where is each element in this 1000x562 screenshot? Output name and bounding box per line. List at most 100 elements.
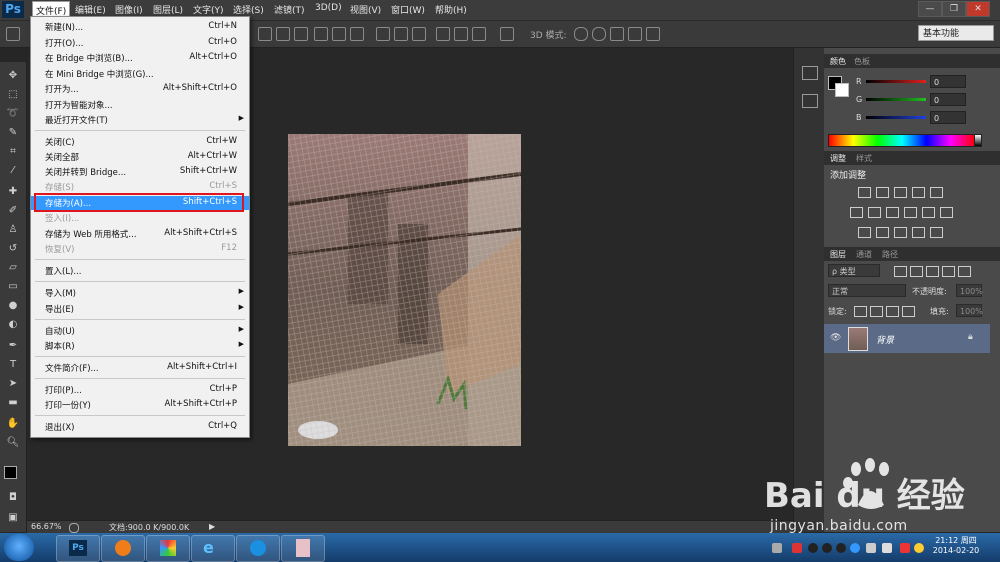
volume-icon[interactable] bbox=[882, 543, 892, 553]
menu-close[interactable]: 关闭(C) Ctrl+W bbox=[31, 135, 249, 149]
keyboard-icon[interactable] bbox=[772, 543, 782, 553]
eraser-tool-icon[interactable]: ▱ bbox=[6, 262, 20, 274]
properties-panel-icon[interactable] bbox=[802, 94, 818, 108]
levels-icon[interactable] bbox=[876, 187, 889, 198]
minimize-button[interactable]: — bbox=[918, 1, 942, 17]
color-spectrum-ramp[interactable] bbox=[828, 134, 976, 147]
layer-visibility-eye-icon[interactable]: 👁︎ bbox=[830, 333, 841, 343]
filter-pixel-icon[interactable] bbox=[894, 266, 907, 277]
menu-3d[interactable]: 3D(D) bbox=[315, 3, 342, 13]
status-menu-arrow-icon[interactable]: ▶ bbox=[209, 522, 215, 531]
system-clock[interactable]: 21:12 周四 2014-02-20 bbox=[924, 535, 988, 555]
selective-color-icon[interactable] bbox=[930, 227, 943, 238]
menu-save[interactable]: 存储(S) Ctrl+S bbox=[31, 180, 249, 194]
align-hcenter-icon[interactable] bbox=[332, 27, 346, 41]
auto-align-icon[interactable] bbox=[500, 27, 514, 41]
taskbar-media-player[interactable] bbox=[236, 535, 280, 562]
pen-tool-icon[interactable]: ✒ bbox=[6, 340, 20, 352]
taskbar-app-pinwheel[interactable] bbox=[146, 535, 190, 562]
path-select-tool-icon[interactable]: ➤ bbox=[6, 378, 20, 390]
history-brush-tool-icon[interactable]: ↺ bbox=[6, 243, 20, 255]
brush-tool-icon[interactable]: ✐ bbox=[6, 205, 20, 217]
tray-player-icon[interactable] bbox=[850, 543, 860, 553]
distribute-bottom-icon[interactable] bbox=[412, 27, 426, 41]
photo-filter-icon[interactable] bbox=[904, 207, 917, 218]
filter-smart-object-icon[interactable] bbox=[958, 266, 971, 277]
hue-saturation-icon[interactable] bbox=[850, 207, 863, 218]
eyedropper-tool-icon[interactable]: ⁄ bbox=[6, 165, 20, 177]
menu-image[interactable]: 图像(I) bbox=[115, 3, 143, 16]
zoom-level[interactable]: 66.67% bbox=[31, 522, 62, 531]
red-slider[interactable] bbox=[866, 80, 926, 83]
taskbar-photoshop[interactable]: Ps bbox=[56, 535, 100, 562]
menu-view[interactable]: 视图(V) bbox=[350, 3, 381, 16]
menu-automate[interactable]: 自动(U) ▶ bbox=[31, 324, 249, 338]
channel-mixer-icon[interactable] bbox=[922, 207, 935, 218]
3d-scale-icon[interactable] bbox=[646, 27, 660, 41]
dodge-tool-icon[interactable]: ◐ bbox=[6, 319, 20, 331]
lock-all-icon[interactable] bbox=[902, 306, 915, 317]
menu-check-in[interactable]: 签入(I)... bbox=[31, 211, 249, 225]
taskbar-internet-explorer[interactable]: e bbox=[191, 535, 235, 562]
quick-mask-icon[interactable]: ◘ bbox=[6, 492, 20, 504]
menu-export[interactable]: 导出(E) ▶ bbox=[31, 302, 249, 316]
vibrance-icon[interactable] bbox=[930, 187, 943, 198]
gradient-tool-icon[interactable]: ▭ bbox=[6, 281, 20, 293]
menu-save-for-web[interactable]: 存储为 Web 所用格式... Alt+Shift+Ctrl+S bbox=[31, 227, 249, 241]
healing-brush-tool-icon[interactable]: ✚ bbox=[6, 186, 20, 198]
layer-name[interactable]: 背景 bbox=[876, 333, 894, 346]
tab-layers[interactable]: 图层 bbox=[830, 249, 846, 260]
menu-filter[interactable]: 滤镜(T) bbox=[274, 3, 305, 16]
tab-styles[interactable]: 样式 bbox=[856, 153, 872, 164]
distribute-left-icon[interactable] bbox=[436, 27, 450, 41]
menu-open[interactable]: 打开(O)... Ctrl+O bbox=[31, 36, 249, 50]
weather-icon[interactable] bbox=[914, 543, 924, 553]
lock-image-icon[interactable] bbox=[870, 306, 883, 317]
menu-type[interactable]: 文字(Y) bbox=[193, 3, 224, 16]
lock-position-icon[interactable] bbox=[886, 306, 899, 317]
3d-pan-icon[interactable] bbox=[610, 27, 624, 41]
qq-icon[interactable] bbox=[808, 543, 818, 553]
move-tool-options-icon[interactable] bbox=[6, 27, 20, 41]
taskbar-image-viewer[interactable] bbox=[281, 535, 325, 562]
move-tool-icon[interactable]: ✥ bbox=[6, 70, 20, 82]
blur-tool-icon[interactable]: ● bbox=[6, 300, 20, 312]
tray-warning-icon[interactable] bbox=[900, 543, 910, 553]
distribute-vcenter-icon[interactable] bbox=[394, 27, 408, 41]
invert-icon[interactable] bbox=[858, 227, 871, 238]
start-button[interactable] bbox=[4, 534, 34, 561]
blend-mode-select[interactable]: 正常 bbox=[828, 284, 906, 297]
exposure-icon[interactable] bbox=[912, 187, 925, 198]
align-right-icon[interactable] bbox=[350, 27, 364, 41]
lock-transparent-icon[interactable] bbox=[854, 306, 867, 317]
network-icon[interactable] bbox=[866, 543, 876, 553]
menu-layer[interactable]: 图层(L) bbox=[153, 3, 183, 16]
document-image[interactable] bbox=[288, 134, 521, 446]
color-panel-background-swatch[interactable] bbox=[835, 83, 849, 97]
align-left-icon[interactable] bbox=[314, 27, 328, 41]
align-top-icon[interactable] bbox=[258, 27, 272, 41]
3d-rotate-icon[interactable] bbox=[574, 27, 588, 41]
distribute-hcenter-icon[interactable] bbox=[454, 27, 468, 41]
fill-input[interactable]: 100% bbox=[956, 304, 983, 317]
workspace-select[interactable]: 基本功能 bbox=[918, 25, 994, 41]
gradient-map-icon[interactable] bbox=[912, 227, 925, 238]
menu-help[interactable]: 帮助(H) bbox=[435, 3, 467, 16]
align-bottom-icon[interactable] bbox=[294, 27, 308, 41]
3d-slide-icon[interactable] bbox=[628, 27, 642, 41]
menu-browse-bridge[interactable]: 在 Bridge 中浏览(B)... Alt+Ctrl+O bbox=[31, 51, 249, 65]
clone-stamp-tool-icon[interactable]: ♙ bbox=[6, 224, 20, 236]
tab-channels[interactable]: 通道 bbox=[856, 249, 872, 260]
qq-icon[interactable] bbox=[836, 543, 846, 553]
tray-app-icon[interactable] bbox=[792, 543, 802, 553]
black-white-ramp[interactable] bbox=[974, 134, 982, 147]
distribute-top-icon[interactable] bbox=[376, 27, 390, 41]
menu-file-info[interactable]: 文件简介(F)... Alt+Shift+Ctrl+I bbox=[31, 361, 249, 375]
zoom-tool-icon[interactable]: 🔍︎ bbox=[6, 437, 20, 449]
blue-value-input[interactable]: 0 bbox=[930, 111, 966, 124]
menu-edit[interactable]: 编辑(E) bbox=[75, 3, 106, 16]
taskbar-app-orange[interactable] bbox=[101, 535, 145, 562]
screen-mode-icon[interactable]: ▣ bbox=[6, 512, 20, 524]
curves-icon[interactable] bbox=[894, 187, 907, 198]
history-panel-icon[interactable] bbox=[802, 66, 818, 80]
